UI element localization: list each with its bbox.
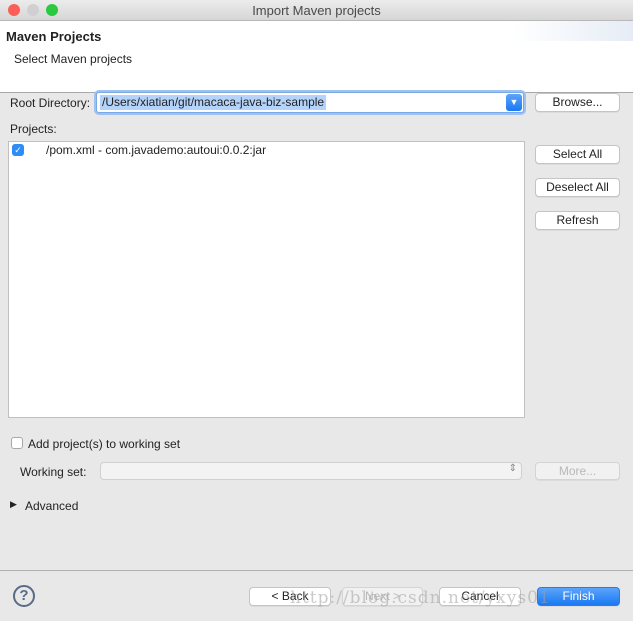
page-title: Maven Projects: [6, 29, 102, 44]
more-button[interactable]: More...: [535, 462, 620, 480]
add-to-working-set-checkbox[interactable]: [11, 437, 23, 449]
finish-button[interactable]: Finish: [537, 587, 620, 606]
wizard-header: Maven Projects Select Maven projects: [0, 21, 633, 93]
footer-divider: [0, 570, 633, 571]
root-directory-label: Root Directory:: [10, 96, 91, 110]
cancel-button[interactable]: Cancel: [439, 587, 521, 606]
working-set-label: Working set:: [20, 465, 87, 479]
list-item[interactable]: ✓ /pom.xml - com.javademo:autoui:0.0.2:j…: [9, 142, 524, 158]
chevron-down-icon[interactable]: ▼: [506, 94, 522, 111]
close-window-button[interactable]: [8, 4, 20, 16]
projects-label: Projects:: [10, 122, 57, 136]
next-button[interactable]: Next >: [342, 587, 423, 606]
root-directory-combo[interactable]: /Users/xiatian/git/macaca-java-biz-sampl…: [96, 92, 524, 113]
browse-button[interactable]: Browse...: [535, 93, 620, 112]
root-directory-value[interactable]: /Users/xiatian/git/macaca-java-biz-sampl…: [100, 95, 327, 110]
minimize-window-button[interactable]: [27, 4, 39, 16]
refresh-button[interactable]: Refresh: [535, 211, 620, 230]
advanced-toggle[interactable]: Advanced: [25, 499, 78, 513]
expand-triangle-icon[interactable]: ▶: [10, 499, 17, 510]
maximize-window-button[interactable]: [46, 4, 58, 16]
add-to-working-set-label[interactable]: Add project(s) to working set: [28, 437, 180, 451]
title-bar: Import Maven projects: [0, 0, 633, 21]
deselect-all-button[interactable]: Deselect All: [535, 178, 620, 197]
project-checkbox[interactable]: ✓: [12, 144, 24, 156]
help-icon[interactable]: ?: [13, 585, 35, 607]
updown-chevron-icon: ⇕: [508, 463, 517, 474]
projects-list[interactable]: ✓ /pom.xml - com.javademo:autoui:0.0.2:j…: [8, 141, 525, 418]
header-banner: [513, 21, 633, 41]
project-label: /pom.xml - com.javademo:autoui:0.0.2:jar: [46, 143, 267, 157]
select-all-button[interactable]: Select All: [535, 145, 620, 164]
back-button[interactable]: < Back: [249, 587, 331, 606]
working-set-combo[interactable]: ⇕: [100, 462, 522, 480]
window-title: Import Maven projects: [252, 3, 381, 18]
page-subtitle: Select Maven projects: [14, 52, 133, 66]
